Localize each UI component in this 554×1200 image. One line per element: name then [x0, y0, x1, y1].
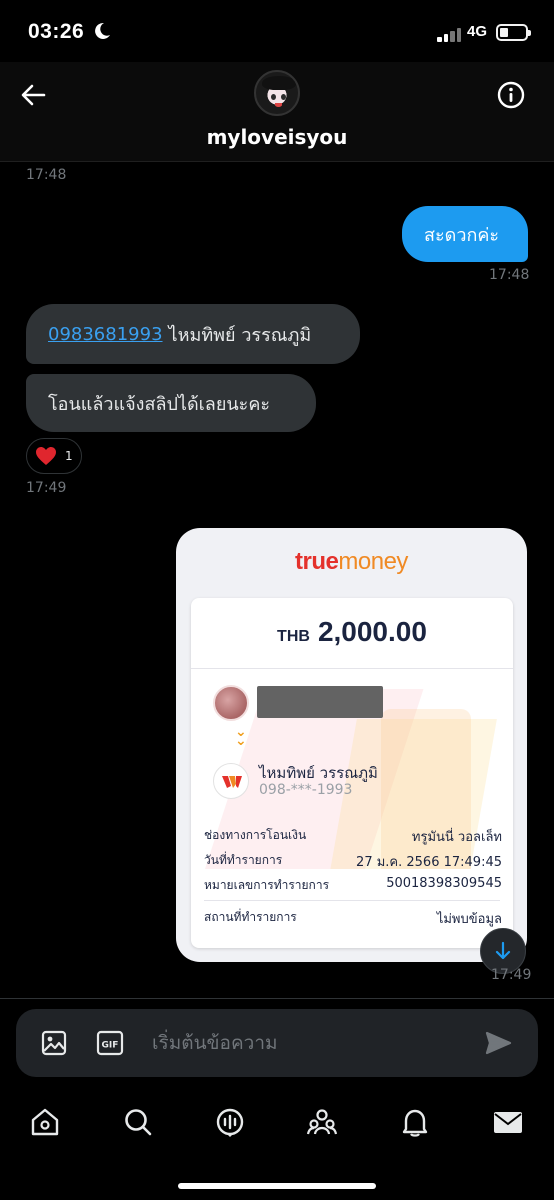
image-icon[interactable] [40, 1029, 68, 1057]
arrow-down-icon [495, 941, 511, 960]
conversation-username[interactable]: myloveisyou [0, 125, 554, 149]
network-type: 4G [467, 23, 488, 40]
reaction-badge[interactable]: 1 [26, 438, 82, 474]
info-icon[interactable] [496, 80, 526, 110]
avatar[interactable] [254, 70, 300, 116]
slip-row: หมายเลขการทำรายการ 50018398309545 [204, 876, 502, 895]
row-value: 50018398309545 [386, 876, 502, 891]
gif-icon[interactable]: GIF [96, 1029, 124, 1057]
message-input[interactable] [152, 1023, 452, 1063]
slip-row: วันที่ทำรายการ 27 ม.ค. 2566 17:49:45 [204, 851, 502, 872]
send-icon[interactable] [484, 1029, 512, 1057]
row-value: ไม่พบข้อมูล [436, 912, 502, 927]
sender-avatar [213, 685, 249, 721]
chevron-down-icon: ⌄ ⌄ [235, 724, 247, 749]
status-bar: 03:26 4G [0, 0, 554, 62]
message-text: ไหมทิพย์ วรรณภูมิ [168, 324, 312, 346]
moon-icon [95, 22, 110, 39]
truemoney-logo: truemoney [295, 548, 408, 575]
reaction-count: 1 [65, 449, 73, 463]
svg-text:GIF: GIF [102, 1041, 119, 1051]
wallet-logo-icon [213, 763, 249, 799]
message-timestamp: 17:48 [489, 267, 530, 283]
amount-value: 2,000.00 [317, 616, 427, 647]
message-timestamp: 17:49 [26, 480, 67, 496]
home-icon[interactable] [29, 1106, 61, 1138]
slip-row: สถานที่ทำรายการ ไม่พบข้อมูล [204, 908, 502, 929]
incoming-message[interactable]: โอนแล้วแจ้งสลิปได้เลยนะคะ [26, 374, 316, 432]
receiver-phone: 098-***-1993 [259, 782, 353, 798]
payment-slip-image[interactable]: truemoney THB 2,000.00 ⌄ ⌄ ไหมทิพย์ วรรณภู… [176, 528, 527, 962]
spaces-icon[interactable] [214, 1106, 246, 1138]
incoming-message[interactable]: 0983681993 ไหมทิพย์ วรรณภูมิ [26, 304, 360, 364]
row-label: วันที่ทำรายการ [204, 853, 283, 867]
notifications-icon[interactable] [399, 1106, 431, 1138]
message-timestamp: 17:49 [491, 967, 532, 983]
signal-icon [437, 26, 463, 42]
row-label: สถานที่ทำรายการ [204, 910, 297, 924]
phone-link[interactable]: 0983681993 [48, 324, 163, 345]
conversation-header: myloveisyou [0, 62, 554, 162]
back-arrow-icon[interactable] [18, 80, 48, 110]
search-icon[interactable] [122, 1106, 154, 1138]
row-value: 27 ม.ค. 2566 17:49:45 [356, 855, 502, 870]
message-composer: GIF [16, 1009, 538, 1077]
message-text: โอนแล้วแจ้งสลิปได้เลยนะคะ [48, 393, 271, 415]
row-value: ทรูมันนี่ วอลเล็ท [411, 830, 502, 845]
battery-icon [496, 24, 531, 41]
messages-icon[interactable] [492, 1106, 524, 1138]
slip-amount: THB 2,000.00 [191, 616, 513, 648]
heart-icon [36, 447, 56, 465]
outgoing-message[interactable]: สะดวกค่ะ [402, 206, 528, 262]
bottom-tab-bar [0, 1090, 554, 1160]
status-time: 03:26 [28, 20, 85, 43]
slip-card: THB 2,000.00 ⌄ ⌄ ไหมทิพย์ วรรณภูมิ 098-***… [191, 598, 513, 948]
row-label: ช่องทางการโอนเงิน [204, 828, 307, 842]
currency-label: THB [277, 628, 310, 645]
home-indicator [178, 1183, 376, 1189]
redacted-sender-name [257, 686, 383, 718]
message-timestamp: 17:48 [26, 167, 67, 183]
communities-icon[interactable] [306, 1106, 338, 1138]
message-text: สะดวกค่ะ [424, 224, 500, 246]
row-label: หมายเลขการทำรายการ [204, 878, 330, 892]
slip-row: ช่องทางการโอนเงิน ทรูมันนี่ วอลเล็ท [204, 826, 502, 847]
